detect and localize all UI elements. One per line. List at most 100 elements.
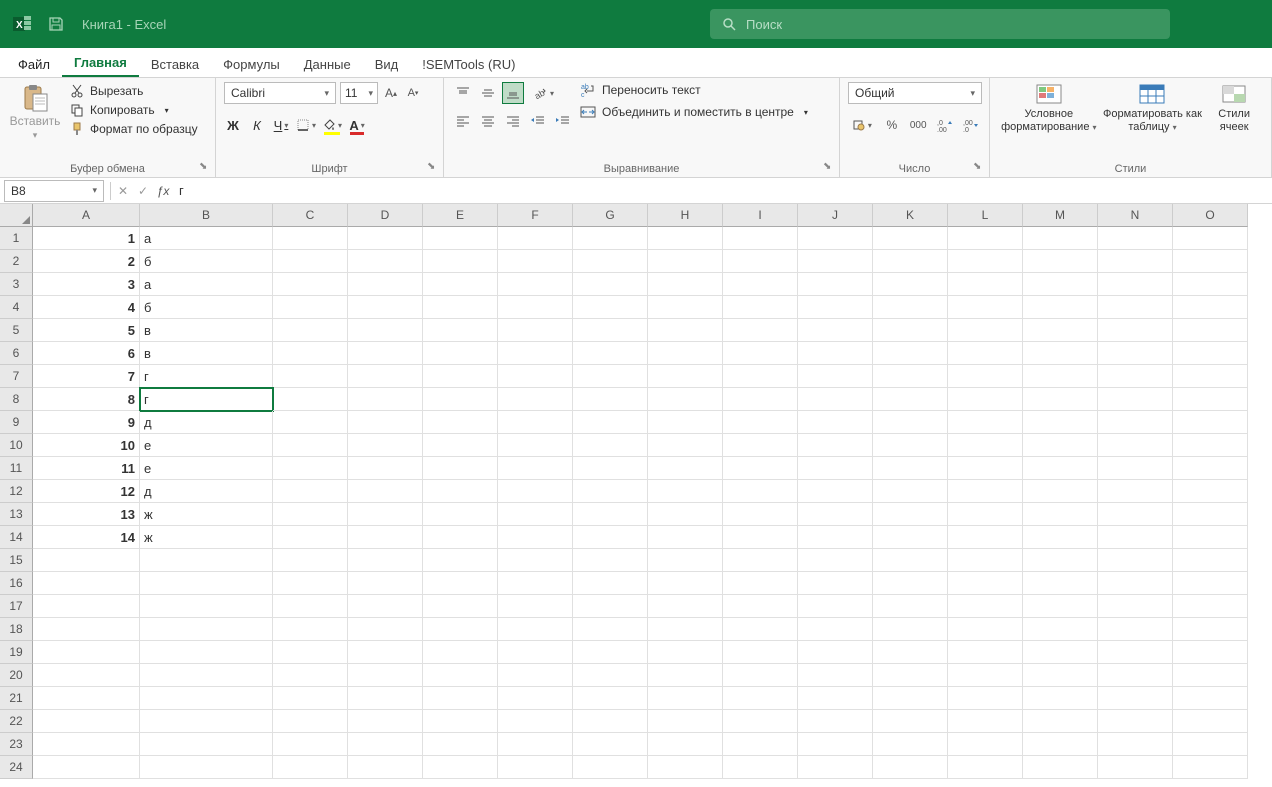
cell[interactable] bbox=[873, 365, 948, 388]
tab-formulas[interactable]: Формулы bbox=[211, 52, 292, 77]
cell[interactable] bbox=[1173, 549, 1248, 572]
cell[interactable] bbox=[723, 756, 798, 779]
cell[interactable] bbox=[140, 733, 273, 756]
cell[interactable] bbox=[648, 480, 723, 503]
cell[interactable] bbox=[273, 503, 348, 526]
cell[interactable] bbox=[140, 687, 273, 710]
cell[interactable] bbox=[648, 503, 723, 526]
cell[interactable] bbox=[648, 572, 723, 595]
cell[interactable] bbox=[873, 411, 948, 434]
cell[interactable] bbox=[798, 342, 873, 365]
cell[interactable]: е bbox=[140, 457, 273, 480]
cell[interactable] bbox=[648, 664, 723, 687]
cell[interactable] bbox=[798, 319, 873, 342]
cell[interactable] bbox=[498, 526, 573, 549]
cell[interactable] bbox=[423, 457, 498, 480]
cell[interactable] bbox=[1098, 503, 1173, 526]
cell[interactable] bbox=[873, 273, 948, 296]
cell[interactable] bbox=[273, 319, 348, 342]
cell[interactable] bbox=[423, 664, 498, 687]
cell[interactable] bbox=[1098, 250, 1173, 273]
cell[interactable] bbox=[873, 664, 948, 687]
cell[interactable] bbox=[348, 342, 423, 365]
cell[interactable] bbox=[1098, 342, 1173, 365]
cell[interactable] bbox=[1023, 365, 1098, 388]
cell[interactable] bbox=[423, 595, 498, 618]
paste-button[interactable]: Вставить ▾ bbox=[8, 82, 62, 143]
cell[interactable] bbox=[348, 618, 423, 641]
cell[interactable] bbox=[798, 273, 873, 296]
cell[interactable]: 2 bbox=[33, 250, 140, 273]
row-header[interactable]: 7 bbox=[0, 365, 33, 388]
cell[interactable] bbox=[573, 296, 648, 319]
cell[interactable] bbox=[498, 457, 573, 480]
cell[interactable] bbox=[273, 710, 348, 733]
cell[interactable] bbox=[873, 595, 948, 618]
cell[interactable] bbox=[348, 273, 423, 296]
cell[interactable]: 11 bbox=[33, 457, 140, 480]
cell[interactable] bbox=[1098, 480, 1173, 503]
cell[interactable] bbox=[33, 618, 140, 641]
cell[interactable] bbox=[798, 618, 873, 641]
select-all-corner[interactable] bbox=[0, 204, 33, 227]
cell[interactable] bbox=[948, 273, 1023, 296]
cell[interactable] bbox=[723, 250, 798, 273]
cell[interactable] bbox=[1173, 756, 1248, 779]
cell[interactable] bbox=[1173, 595, 1248, 618]
cell[interactable]: 10 bbox=[33, 434, 140, 457]
cell[interactable] bbox=[873, 388, 948, 411]
cell[interactable]: 14 bbox=[33, 526, 140, 549]
cell[interactable] bbox=[873, 549, 948, 572]
cell[interactable] bbox=[1173, 319, 1248, 342]
column-header[interactable]: E bbox=[423, 204, 498, 227]
cell[interactable] bbox=[798, 641, 873, 664]
cell[interactable] bbox=[573, 319, 648, 342]
cancel-formula-button[interactable]: ✕ bbox=[113, 180, 133, 202]
cell[interactable] bbox=[648, 319, 723, 342]
cell[interactable] bbox=[948, 733, 1023, 756]
column-header[interactable]: F bbox=[498, 204, 573, 227]
cell[interactable] bbox=[273, 388, 348, 411]
name-box[interactable]: B8▾ bbox=[4, 180, 104, 202]
cell[interactable] bbox=[423, 250, 498, 273]
cell[interactable] bbox=[648, 250, 723, 273]
cell[interactable] bbox=[723, 572, 798, 595]
cell[interactable] bbox=[873, 526, 948, 549]
cell[interactable] bbox=[798, 388, 873, 411]
cell[interactable]: 7 bbox=[33, 365, 140, 388]
decrease-font-button[interactable]: A▾ bbox=[404, 82, 422, 104]
cell[interactable] bbox=[1173, 687, 1248, 710]
search-box[interactable] bbox=[710, 9, 1170, 39]
fill-color-button[interactable]: ▾ bbox=[322, 114, 342, 136]
cell[interactable] bbox=[798, 526, 873, 549]
cell[interactable] bbox=[498, 664, 573, 687]
column-header[interactable]: L bbox=[948, 204, 1023, 227]
tab-file[interactable]: Файл bbox=[6, 52, 62, 77]
cell[interactable] bbox=[348, 411, 423, 434]
cell[interactable] bbox=[423, 411, 498, 434]
cell[interactable] bbox=[1173, 503, 1248, 526]
cell[interactable] bbox=[873, 457, 948, 480]
cell[interactable] bbox=[273, 342, 348, 365]
cell[interactable] bbox=[140, 595, 273, 618]
cell[interactable] bbox=[1023, 296, 1098, 319]
cell[interactable] bbox=[948, 365, 1023, 388]
cell[interactable]: 12 bbox=[33, 480, 140, 503]
cell[interactable] bbox=[1098, 641, 1173, 664]
cell[interactable] bbox=[273, 296, 348, 319]
cell[interactable] bbox=[1173, 296, 1248, 319]
cell[interactable]: б bbox=[140, 296, 273, 319]
cut-button[interactable]: Вырезать bbox=[70, 84, 198, 98]
cell[interactable] bbox=[1098, 618, 1173, 641]
cell[interactable] bbox=[648, 595, 723, 618]
cell[interactable] bbox=[1173, 572, 1248, 595]
cell[interactable] bbox=[798, 687, 873, 710]
column-header[interactable]: D bbox=[348, 204, 423, 227]
cell[interactable] bbox=[948, 227, 1023, 250]
cell[interactable] bbox=[273, 664, 348, 687]
cell[interactable] bbox=[423, 526, 498, 549]
cell[interactable] bbox=[1023, 733, 1098, 756]
cell[interactable] bbox=[1023, 595, 1098, 618]
cell[interactable] bbox=[1023, 457, 1098, 480]
cell[interactable] bbox=[1173, 342, 1248, 365]
